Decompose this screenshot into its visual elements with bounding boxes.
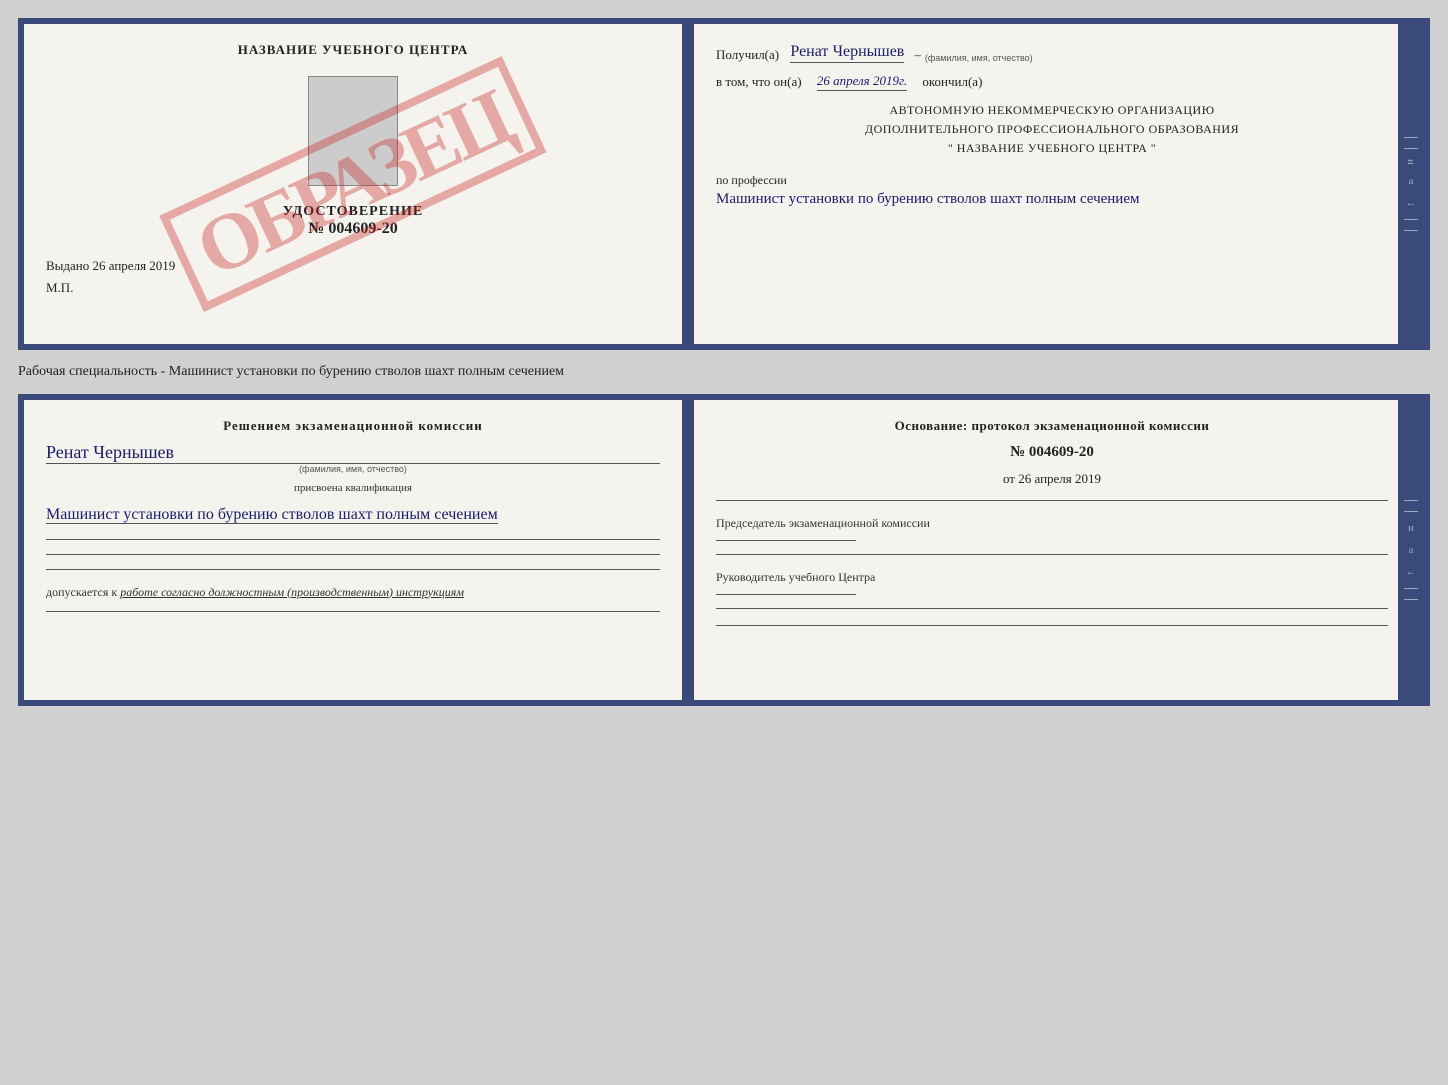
top-left-title: НАЗВАНИЕ УЧЕБНОГО ЦЕНТРА xyxy=(238,42,469,58)
ot-date-value: 26 апреля 2019 xyxy=(1018,471,1101,486)
rukovoditel-sig-line xyxy=(716,594,856,595)
poluchil-label: Получил(а) xyxy=(716,47,779,63)
org-line1: АВТОНОМНУЮ НЕКОММЕРЧЕСКУЮ ОРГАНИЗАЦИЮ xyxy=(716,101,1388,120)
spine-dash-4 xyxy=(1404,230,1418,231)
resheniem-title: Решением экзаменационной комиссии xyxy=(46,418,660,434)
spine-dash-b3 xyxy=(1404,588,1418,589)
prisvoena-label: присвоена квалификация xyxy=(46,482,660,494)
okonchil-label: окончил(а) xyxy=(922,74,982,90)
separator-bottom-1 xyxy=(716,500,1388,501)
recipient-name-top: Ренат Чернышев xyxy=(790,42,904,63)
org-line2: ДОПОЛНИТЕЛЬНОГО ПРОФЕССИОНАЛЬНОГО ОБРАЗО… xyxy=(716,120,1388,139)
separator-2 xyxy=(46,554,660,555)
mp-label: М.П. xyxy=(46,280,73,296)
separator-bottom-2 xyxy=(716,554,1388,555)
vtom-label: в том, что он(а) xyxy=(716,74,802,90)
separator-3 xyxy=(46,569,660,570)
fio-sub-top: (фамилия, имя, отчество) xyxy=(925,53,1033,63)
spine-dash-b4 xyxy=(1404,599,1418,600)
separator-bottom-3 xyxy=(716,608,1388,609)
ot-label: от xyxy=(1003,471,1015,486)
spine-dash-2 xyxy=(1404,148,1418,149)
separator-4 xyxy=(46,611,660,612)
vydano-line: Выдано 26 апреля 2019 xyxy=(46,258,175,274)
dopuskaetsya-label: допускается к xyxy=(46,585,117,599)
spine-dash-b1 xyxy=(1404,500,1418,501)
spine-letter-i: и xyxy=(1405,159,1417,165)
profession-top: Машинист установки по бурению стволов ша… xyxy=(716,188,1388,211)
qualification: Машинист установки по бурению стволов ша… xyxy=(46,506,498,524)
po-professii-label: по профессии xyxy=(716,173,1388,188)
rukovoditel-label: Руководитель учебного Центра xyxy=(716,568,1388,586)
recipient-name-bottom: Ренат Чернышев xyxy=(46,442,660,464)
osnovanie-title: Основание: протокол экзаменационной коми… xyxy=(716,418,1388,434)
udostoverenie-label: УДОСТОВЕРЕНИЕ xyxy=(283,204,423,220)
spine-arrow: ← xyxy=(1406,197,1417,209)
org-line3: " НАЗВАНИЕ УЧЕБНОГО ЦЕНТРА " xyxy=(716,139,1388,158)
separator-1 xyxy=(46,539,660,540)
dopusk-text: работе согласно должностным (производств… xyxy=(120,585,464,599)
vydano-date: 26 апреля 2019 xyxy=(93,258,176,273)
spine-dash-1 xyxy=(1404,137,1418,138)
protocol-number: № 004609-20 xyxy=(716,444,1388,461)
dash-top: – xyxy=(914,47,921,63)
spine-dash-3 xyxy=(1404,219,1418,220)
fio-sub-bottom: (фамилия, имя, отчество) xyxy=(46,464,660,474)
spine-dash-b2 xyxy=(1404,511,1418,512)
spine-arrow-b: ← xyxy=(1406,566,1417,578)
predsedatel-sig-line xyxy=(716,540,856,541)
photo-placeholder xyxy=(308,76,398,186)
separator-bottom-4 xyxy=(716,625,1388,626)
spine-letter-ba: а xyxy=(1409,544,1414,556)
udostoverenie-number: № 004609-20 xyxy=(283,220,423,238)
middle-label: Рабочая специальность - Машинист установ… xyxy=(18,360,564,384)
completion-date-top: 26 апреля 2019г. xyxy=(817,73,907,91)
spine-letter-bi: и xyxy=(1408,522,1414,534)
spine-letter-a: а xyxy=(1409,175,1414,187)
predsedatel-label: Председатель экзаменационной комиссии xyxy=(716,514,1388,532)
